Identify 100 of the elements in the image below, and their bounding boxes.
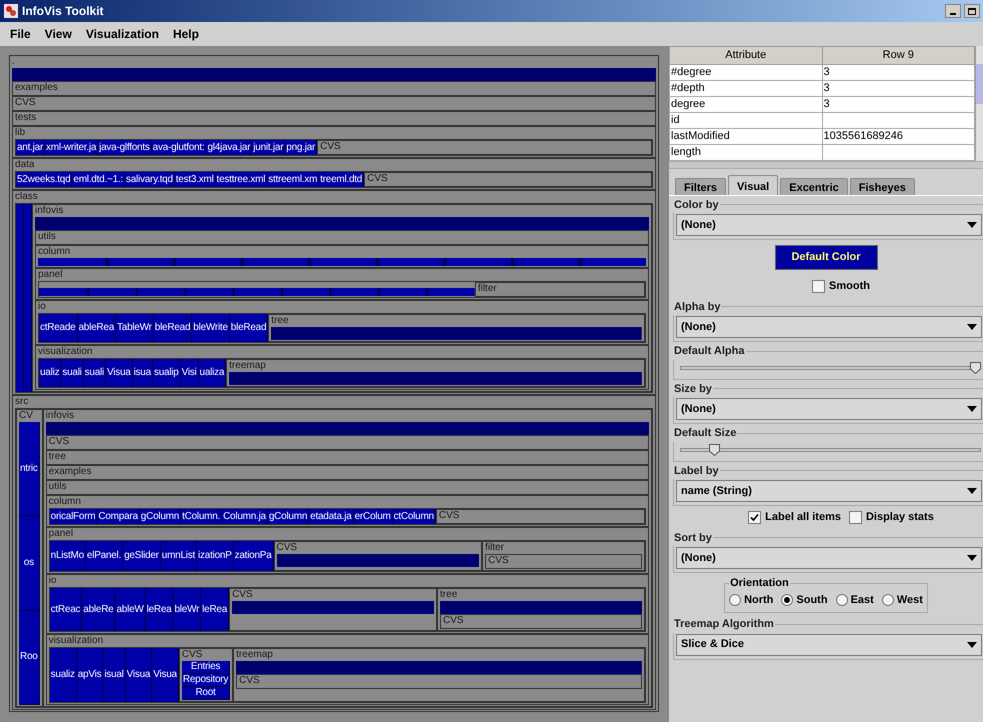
treemap-leaf[interactable]: suali: [84, 359, 106, 387]
default-color-button[interactable]: Default Color: [774, 245, 878, 270]
treemap-leaf[interactable]: tColumn.: [181, 509, 222, 524]
tab[interactable]: Excentric: [780, 178, 848, 194]
treemap-leaf[interactable]: izationP: [197, 541, 234, 571]
treemap-leaf[interactable]: ableRea: [78, 314, 116, 342]
dropdown[interactable]: (None): [676, 398, 982, 420]
treemap-node[interactable]: CVS: [317, 140, 652, 155]
treemap-node[interactable]: tests: [12, 111, 656, 126]
treemap-node[interactable]: CVS: [436, 509, 645, 524]
treemap-leaf[interactable]: bleWrite: [192, 314, 230, 342]
treemap-leaf[interactable]: nListMo: [50, 541, 86, 571]
treemap-leaf[interactable]: gColumn: [140, 509, 182, 524]
treemap-node[interactable]: visualization ualiz suali suali Visua isua sualip Visi ualiza treemap: [35, 345, 649, 390]
treemap-node[interactable]: CVS: [229, 588, 438, 631]
treemap-leaf[interactable]: ctColumn: [392, 509, 436, 524]
treemap-node[interactable]: CVS: [274, 541, 482, 571]
treemap-node[interactable]: filter: [474, 282, 646, 297]
treemap-node[interactable]: class infovis utils column panel filter io ctReade ableRea TableWr bleRead bleWrite bleRead tree visualization ualiz suali suali Visua isua sualip Visi ualiza treemap: [12, 190, 656, 395]
treemap-leaf[interactable]: treeml.dtd: [319, 172, 364, 187]
treemap-leaf[interactable]: testtree.xml: [216, 172, 268, 187]
treemap-leaf[interactable]: xml-writer.ja: [45, 140, 98, 155]
radio-button[interactable]: [781, 594, 794, 606]
treemap-leaf[interactable]: Entries: [182, 661, 230, 674]
treemap-node[interactable]: tree: [268, 314, 645, 342]
treemap-leaf[interactable]: ableW: [115, 588, 146, 631]
treemap-leaf[interactable]: Compara: [97, 509, 140, 524]
treemap-leaf[interactable]: leRea: [201, 588, 230, 631]
checkbox[interactable]: [812, 280, 826, 293]
menu-item[interactable]: Help: [172, 25, 199, 43]
treemap-node[interactable]: infovis utils column panel filter io ctReade ableRea TableWr bleRead bleWrite bleRead tree visualization ualiz suali suali Visua isua sualip Visi ualiza treemap: [32, 204, 652, 392]
treemap-node[interactable]: treemap: [226, 359, 645, 387]
treemap-node[interactable]: tree CVS: [437, 588, 645, 631]
scrollbar[interactable]: [975, 46, 983, 160]
treemap-leaf[interactable]: gl4java.jar: [206, 140, 252, 155]
tab[interactable]: Fisheyes: [850, 178, 915, 194]
treemap-node[interactable]: CV ntric os Roo: [16, 409, 43, 707]
menu-item[interactable]: View: [44, 25, 72, 43]
treemap-node[interactable]: panel nListMo elPanel. geSlider umnList izationP zationPa CVS filter CVS: [46, 527, 649, 574]
dropdown[interactable]: (None): [676, 316, 982, 338]
treemap-node[interactable]: lib ant.jar xml-writer.ja java-glffonts ava-glutfont: gl4java.jar junit.jar png.jar CVS: [12, 126, 656, 158]
treemap-node[interactable]: panel filter: [35, 268, 649, 300]
treemap-leaf[interactable]: ualiz: [39, 359, 62, 387]
menu-item[interactable]: File: [10, 25, 31, 43]
treemap-leaf[interactable]: ntric: [19, 422, 40, 516]
treemap-leaf[interactable]: ableRe: [82, 588, 116, 631]
treemap-node[interactable]: utils: [35, 230, 649, 245]
treemap-leaf[interactable]: oricalForm: [50, 509, 98, 524]
treemap-leaf[interactable]: png.jar: [285, 140, 318, 155]
treemap-node[interactable]: io ctReade ableRea TableWr bleRead bleWrite bleRead tree: [35, 300, 649, 345]
treemap-leaf[interactable]: Visua: [126, 648, 152, 702]
treemap-node[interactable]: data 52weeks.tqd eml.dtd.~1.: salivary.tqd test3.xml testtree.xml sttreeml.xm treeml.dtd CVS: [12, 158, 656, 190]
treemap-node[interactable]: examples: [46, 465, 649, 480]
radio-button[interactable]: [729, 594, 742, 606]
tab[interactable]: Visual: [728, 174, 778, 194]
treemap-node[interactable]: CVS: [485, 554, 642, 569]
treemap-node[interactable]: CVS: [440, 614, 642, 629]
column-header[interactable]: Attribute: [670, 46, 822, 64]
radio-button[interactable]: [836, 594, 848, 606]
treemap-leaf[interactable]: leRea: [146, 588, 174, 631]
treemap-leaf[interactable]: erColum: [354, 509, 393, 524]
treemap-leaf[interactable]: Column.ja: [222, 509, 268, 524]
radio-button[interactable]: [882, 594, 894, 606]
treemap-leaf[interactable]: eml.dtd.~1.:: [72, 172, 125, 187]
treemap-leaf[interactable]: elPanel.: [86, 541, 124, 571]
treemap-node[interactable]: column: [35, 245, 649, 268]
treemap-node[interactable]: CVS Entries Repository Root: [178, 648, 234, 702]
dropdown[interactable]: name (String): [676, 480, 982, 502]
treemap-leaf[interactable]: zationPa: [234, 541, 274, 571]
tab[interactable]: Filters: [675, 178, 726, 194]
treemap-leaf[interactable]: TableWr: [116, 314, 154, 342]
treemap-node[interactable]: CVS: [364, 172, 652, 187]
dropdown[interactable]: Slice & Dice: [676, 634, 982, 656]
treemap-leaf[interactable]: bleRead: [230, 314, 268, 342]
treemap-leaf[interactable]: apVis: [76, 648, 104, 702]
slider-thumb[interactable]: [970, 362, 981, 374]
treemap-leaf[interactable]: ant.jar: [16, 140, 46, 155]
treemap-leaf[interactable]: isua: [132, 359, 153, 387]
treemap-leaf[interactable]: isual: [103, 648, 126, 702]
treemap-node[interactable]: CVS: [12, 96, 656, 111]
treemap-node[interactable]: CVS: [46, 435, 649, 450]
treemap-node[interactable]: column oricalForm Compara gColumn tColumn. Column.ja gColumn etadata.ja erColum ctColumn CVS: [46, 495, 649, 527]
treemap-leaf[interactable]: bleWr: [173, 588, 202, 631]
treemap-leaf[interactable]: Visi: [180, 359, 199, 387]
treemap-node[interactable]: examples: [12, 81, 656, 96]
minimize-button[interactable]: [945, 4, 961, 18]
treemap-leaf[interactable]: Root: [182, 687, 230, 700]
treemap-leaf[interactable]: gColumn: [268, 509, 310, 524]
treemap-node[interactable]: treemap CVS: [233, 648, 645, 702]
treemap-node[interactable]: CVS: [236, 674, 642, 689]
treemap-leaf[interactable]: ualiza: [198, 359, 226, 387]
treemap-leaf[interactable]: bleRead: [154, 314, 192, 342]
treemap-leaf[interactable]: salivary.tqd: [124, 172, 175, 187]
treemap-leaf[interactable]: junit.jar: [252, 140, 286, 155]
treemap-node[interactable]: utils: [46, 480, 649, 495]
treemap-leaf[interactable]: test3.xml: [174, 172, 216, 187]
slider-thumb[interactable]: [709, 444, 720, 456]
maximize-button[interactable]: [964, 4, 980, 18]
treemap-leaf[interactable]: Repository: [182, 674, 230, 687]
treemap-leaf[interactable]: ctReade: [39, 314, 78, 342]
